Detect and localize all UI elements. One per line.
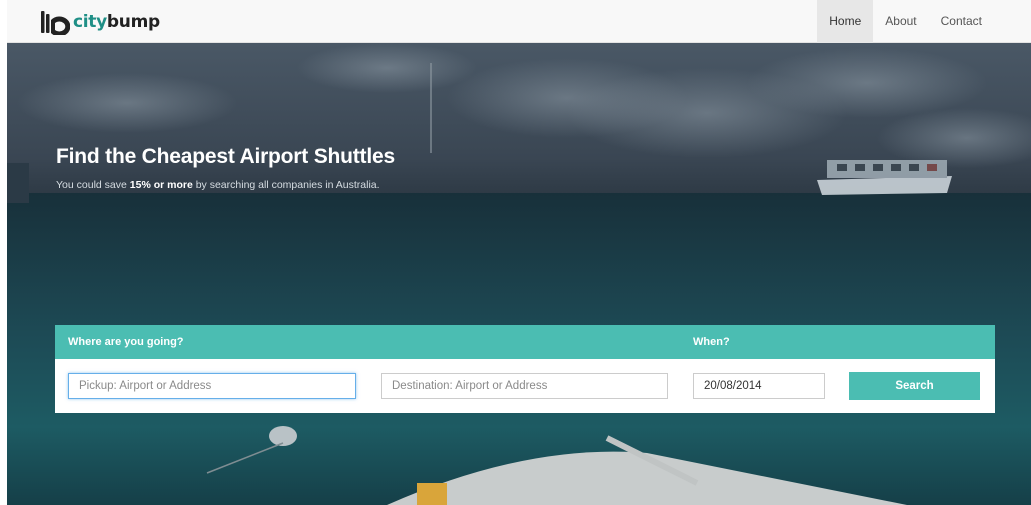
main-nav: Home About Contact (817, 0, 994, 43)
search-button[interactable]: Search (849, 372, 980, 400)
when-label: When? (693, 336, 730, 348)
hero-subtitle-end: by searching all companies in Australia. (192, 179, 380, 191)
savings-highlight: 15% or more (129, 179, 193, 191)
hero-section: Find the Cheapest Airport Shuttles You c… (7, 43, 1031, 505)
search-panel: Where are you going? When? Search (55, 325, 995, 413)
hero-title: Find the Cheapest Airport Shuttles (56, 145, 395, 168)
destination-input[interactable] (381, 373, 668, 399)
nav-contact[interactable]: Contact (929, 0, 994, 43)
pickup-input[interactable] (68, 373, 356, 399)
city-skyline-logo-icon (41, 11, 70, 35)
brand-name-part2: bump (106, 12, 160, 32)
where-label: Where are you going? (68, 336, 184, 348)
ferry-boat-shape (817, 160, 952, 195)
brand-name: citybump (73, 12, 160, 32)
brand-name-part1: city (73, 12, 107, 32)
brand-logo[interactable]: citybump (40, 9, 160, 35)
hero-subtitle-start: You could save (56, 179, 130, 191)
ocean-background-image (7, 43, 1031, 505)
search-panel-header: Where are you going? When? (55, 325, 995, 359)
page: citybump Home About Contact Find the Che… (7, 0, 1031, 505)
hero-subtitle: You could save 15% or more by searching … (56, 179, 380, 191)
nav-home[interactable]: Home (817, 0, 874, 43)
nav-about[interactable]: About (873, 0, 928, 43)
navbar: citybump Home About Contact (7, 0, 1031, 43)
date-input[interactable] (693, 373, 825, 399)
